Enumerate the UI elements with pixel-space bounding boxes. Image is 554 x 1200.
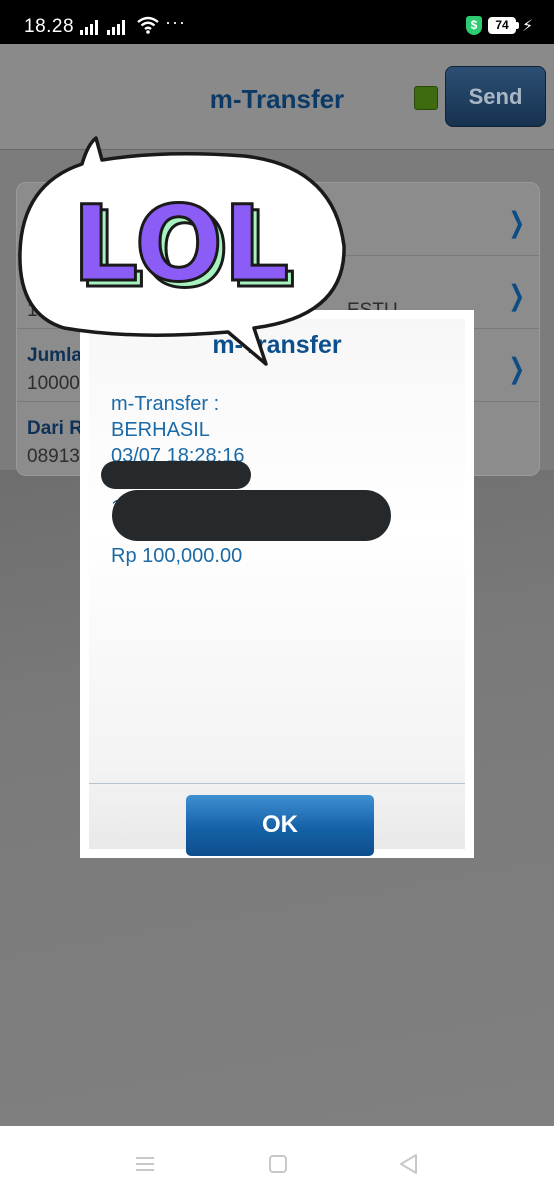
message-line: BERHASIL [111,419,210,441]
chevron-right-icon: ❯ [508,280,525,311]
signal-icon [107,19,129,35]
source-value: 08913 [27,446,80,467]
redaction-mark [101,461,251,489]
shield-icon: $ [466,16,482,35]
signal-icon [80,19,102,35]
menu-icon[interactable] [133,1152,157,1176]
chevron-right-icon: ❯ [508,353,525,384]
lol-sticker: LOL LOL [18,136,346,366]
battery-tip [516,22,519,29]
send-button[interactable]: Send [445,66,546,127]
result-dialog: m-Transfer m-Transfer : BERHASIL 03/07 1… [80,310,474,858]
app-header: m-Transfer Send [0,44,554,150]
chevron-right-icon: ❯ [508,207,525,238]
message-amount: Rp 100,000.00 [111,545,243,567]
ok-button[interactable]: OK [186,795,374,856]
status-indicator [414,86,438,110]
status-bar: 18.28 ··· $ 74 ⚡ [0,0,554,44]
navigation-bar [0,1126,554,1200]
status-time: 18.28 [24,16,75,37]
source-label: Dari R [27,418,83,439]
redaction-mark [112,490,391,541]
home-square-icon[interactable] [266,1152,290,1176]
battery-icon: 74 [488,17,516,34]
dialog-divider [89,783,465,784]
dialog-body: m-Transfer m-Transfer : BERHASIL 03/07 1… [89,319,465,856]
amount-value: 10000 [27,373,80,394]
more-icon: ··· [165,12,186,32]
sticker-letters: LOL [72,183,289,305]
back-triangle-icon[interactable] [397,1152,421,1176]
charging-icon: ⚡ [522,18,534,35]
wifi-icon [137,16,159,34]
message-line: m-Transfer : [111,393,220,415]
